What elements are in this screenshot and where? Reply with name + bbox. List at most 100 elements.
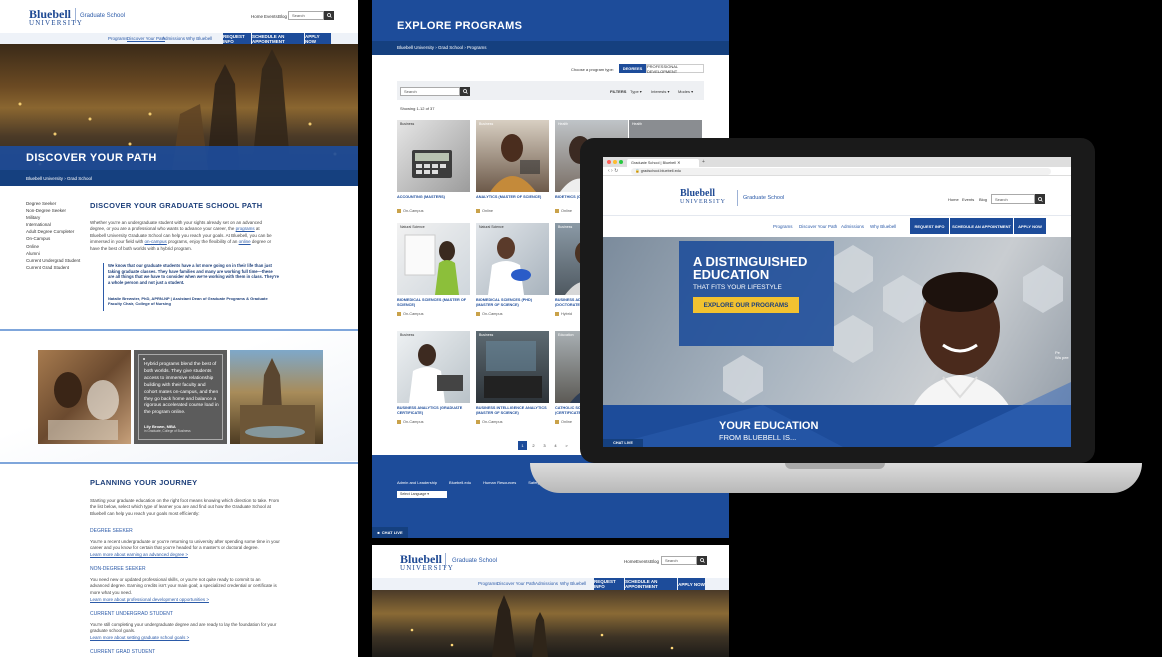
blog-link[interactable]: Blog — [650, 559, 659, 564]
sidenav-item[interactable]: International — [26, 221, 81, 228]
hybrid-quote: Hybrid programs blend the best of both w… — [144, 362, 219, 416]
footer-link[interactable]: Human Resources — [483, 480, 516, 485]
home-link[interactable]: Home — [624, 559, 636, 564]
browser-tab[interactable]: Graduate School | Bluebell ✕ — [627, 159, 699, 167]
card-title[interactable]: ACCOUNTING (MASTERS) — [397, 195, 470, 207]
nav-admissions[interactable]: Admissions — [162, 36, 185, 41]
card-title[interactable]: BUSINESS ANALYTICS (GRADUATE CERTIFICATE… — [397, 406, 470, 418]
nav-why[interactable]: Why Bluebell — [870, 224, 896, 229]
apply-button[interactable]: APPLY NOW — [1014, 218, 1046, 234]
schedule-button[interactable]: SCHEDULE AN APPOINTMENT — [252, 33, 304, 44]
breadcrumb-grad[interactable]: Grad School — [438, 45, 463, 50]
new-tab-icon[interactable]: + — [702, 159, 705, 165]
logo[interactable]: Bluebell UNIVERSITY — [680, 189, 726, 206]
request-info-button[interactable]: REQUEST INFO — [223, 33, 251, 44]
nav-discover[interactable]: Discover Your Path — [127, 36, 166, 42]
language-select[interactable]: Select Language ▾ — [397, 491, 447, 498]
sidenav-item[interactable]: Current Grad Student — [26, 264, 81, 271]
address-bar[interactable]: 🔒 gradschool.bluebell.edu — [631, 168, 1051, 175]
filters-label: FILTERS — [610, 89, 627, 94]
search-button[interactable] — [1035, 194, 1045, 204]
sidenav-item[interactable]: Online — [26, 243, 81, 250]
filter-modes[interactable]: Modes ▾ — [678, 89, 693, 94]
request-info-button[interactable]: REQUEST INFO — [594, 578, 624, 590]
undergrad-link[interactable]: Learn more about setting graduate school… — [90, 635, 189, 640]
programs-link[interactable]: programs — [236, 226, 255, 231]
nav-discover[interactable]: Discover Your Path — [497, 581, 535, 586]
card-category: Natural Science — [479, 225, 504, 229]
sidenav-item[interactable]: Military — [26, 214, 81, 221]
filter-type[interactable]: Type ▾ — [630, 89, 642, 94]
program-card[interactable]: Business ACCOUNTING (MASTERS) On-Campus — [397, 120, 470, 213]
school-name[interactable]: Graduate School — [743, 195, 784, 201]
blog-link[interactable]: Blog — [278, 14, 287, 19]
sidenav-item[interactable]: Degree Seeker — [26, 200, 81, 207]
hero-title: DISCOVER YOUR PATH — [26, 152, 157, 164]
explore-programs-button[interactable]: EXPLORE OUR PROGRAMS — [693, 297, 799, 313]
school-name[interactable]: Graduate School — [80, 13, 125, 19]
breadcrumb-home[interactable]: Bluebell University — [397, 45, 434, 50]
program-card[interactable]: Business BUSINESS ANALYTICS (GRADUATE CE… — [397, 331, 470, 424]
nav-programs[interactable]: Programs — [773, 224, 793, 229]
search-input[interactable]: Search — [288, 11, 324, 20]
nav-admissions[interactable]: Admissions — [841, 224, 864, 229]
blog-link[interactable]: Blog — [979, 197, 987, 202]
footer-link[interactable]: Admin and Leadership — [397, 480, 437, 485]
non-degree-link[interactable]: Learn more about professional developmen… — [90, 597, 209, 602]
sidenav-item[interactable]: Current Undergrad Student — [26, 257, 81, 264]
sidenav-item[interactable]: Non-Degree Seeker — [26, 207, 81, 214]
breadcrumb-home[interactable]: Bluebell University — [26, 176, 63, 181]
close-icon[interactable] — [607, 160, 611, 164]
chat-live-button[interactable]: ■ CHAT LIVE — [372, 527, 408, 538]
degree-seeker-title: DEGREE SEEKER — [90, 528, 133, 534]
online-link[interactable]: online — [239, 239, 251, 244]
search-button[interactable] — [697, 556, 707, 565]
request-info-button[interactable]: REQUEST INFO — [910, 218, 949, 234]
minimize-icon[interactable] — [613, 160, 617, 164]
card-category: Natural Science — [400, 225, 425, 229]
events-link[interactable]: Events — [962, 197, 974, 202]
apply-button[interactable]: APPLY NOW — [305, 33, 331, 44]
card-category: Business — [479, 122, 494, 126]
nav-admissions[interactable]: Admissions — [535, 581, 558, 586]
home-link[interactable]: Home — [948, 197, 959, 202]
hybrid-author-sub: in Graduate, College of Business — [144, 429, 191, 433]
chat-live-button[interactable]: CHAT LIVE — [603, 439, 643, 447]
filter-interests[interactable]: Interests ▾ — [651, 89, 669, 94]
schedule-button[interactable]: SCHEDULE AN APPOINTMENT — [625, 578, 677, 590]
degree-seeker-link[interactable]: Learn more about earning an advanced deg… — [90, 552, 188, 557]
sidenav-item[interactable]: On-Campus — [26, 235, 81, 242]
home-link[interactable]: Home — [251, 14, 263, 19]
schedule-button[interactable]: SCHEDULE AN APPOINTMENT — [950, 218, 1013, 234]
program-image: Business — [397, 331, 470, 403]
breadcrumb-current: Programs — [467, 45, 487, 50]
nav-discover[interactable]: Discover Your Path — [799, 224, 837, 229]
sidenav-item[interactable]: Alumni — [26, 250, 81, 257]
nav-why[interactable]: Why Bluebell — [560, 581, 586, 586]
nav-programs[interactable]: Programs — [108, 36, 128, 41]
nav-why[interactable]: Why Bluebell — [186, 36, 212, 41]
events-link[interactable]: Events — [636, 559, 650, 564]
page-1[interactable]: 1 — [518, 441, 527, 450]
search-input[interactable]: Search — [661, 556, 697, 565]
search-button[interactable] — [324, 11, 334, 20]
program-search-input[interactable]: Search — [400, 87, 460, 96]
search-input[interactable]: Search — [991, 194, 1035, 204]
professional-toggle[interactable]: PROFESSIONAL DEVELOPMENT — [646, 64, 704, 74]
sidenav-item[interactable]: Adult Degree Completer — [26, 228, 81, 235]
school-name[interactable]: Graduate School — [452, 558, 497, 564]
degrees-toggle[interactable]: DEGREES — [619, 64, 646, 73]
undergrad-text: You're still completing your undergradua… — [90, 622, 277, 634]
on-campus-link[interactable]: on-campus — [145, 239, 167, 244]
back-icon[interactable]: ‹ › ↻ — [608, 168, 618, 174]
nav-programs[interactable]: Programs — [478, 581, 498, 586]
events-link[interactable]: Events — [264, 14, 278, 19]
footer-link[interactable]: Bluebell.edu — [449, 480, 471, 485]
program-search-button[interactable] — [460, 87, 470, 96]
apply-button[interactable]: APPLY NOW — [678, 578, 705, 590]
home-page-preview: Bluebell UNIVERSITY Graduate School Home… — [372, 545, 729, 657]
maximize-icon[interactable] — [619, 160, 623, 164]
program-card[interactable]: Natural Science BIOMEDICAL SCIENCES (MAS… — [397, 223, 470, 316]
hero-side-caption: Pe Wa pee — [1055, 350, 1069, 360]
card-title[interactable]: BIOMEDICAL SCIENCES (MASTER OF SCIENCE) — [397, 298, 470, 310]
